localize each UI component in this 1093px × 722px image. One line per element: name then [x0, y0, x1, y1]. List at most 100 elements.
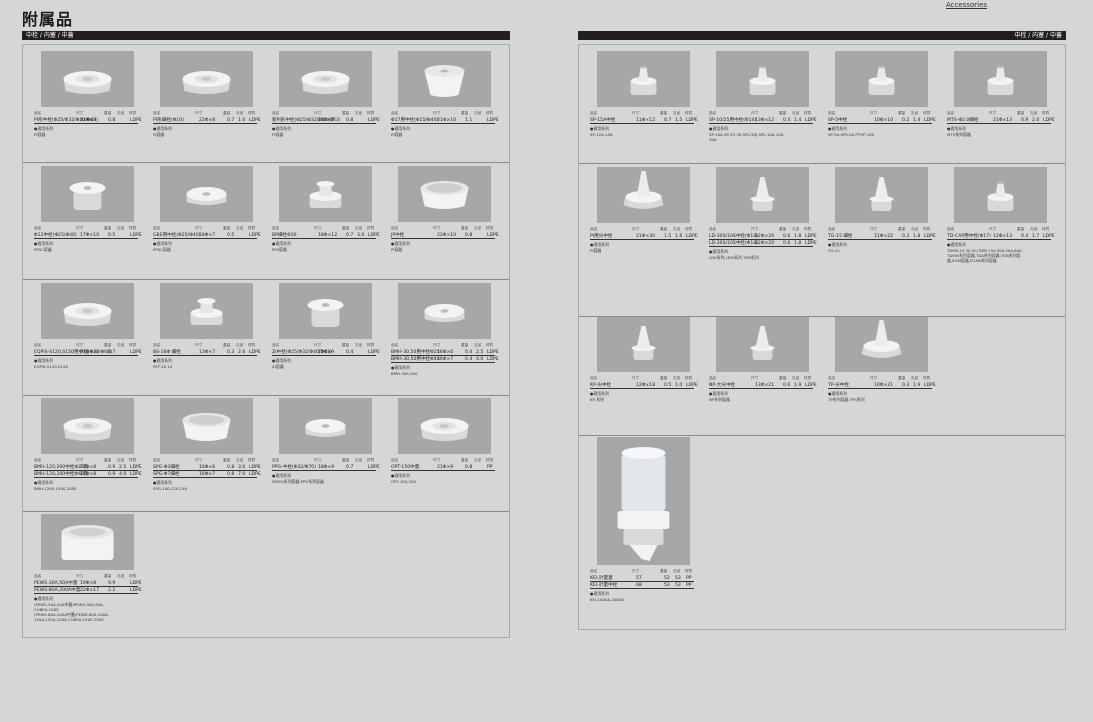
product-name: PEWS-80A,200A中蓋	[34, 588, 81, 593]
product-size: 12Φ×20	[755, 234, 775, 239]
column-label-weight: 重量	[779, 111, 787, 115]
series-value: ZI容器	[272, 364, 284, 369]
product-image	[186, 187, 227, 205]
product-name: OPT-150中蓋	[391, 465, 420, 470]
series-value: MTS系列容器	[947, 132, 971, 137]
spec-row: BMH-120,200中栓Φ25孔 21Φ×8 0.9 2.5 LDPE	[34, 464, 142, 471]
series-value: LDII系列,LDIII系列,TDP系列	[709, 255, 759, 260]
product-weight: 0.4	[1021, 234, 1029, 239]
column-label-weight: 重量	[223, 458, 231, 462]
column-label-count: 孔径	[117, 574, 125, 578]
column-label-size: 尺寸	[195, 458, 203, 462]
column-label-weight: 重量	[104, 343, 112, 347]
product-material: LDPE	[368, 350, 380, 355]
column-label-weight: 重量	[660, 569, 668, 573]
column-label-count: 孔径	[355, 343, 363, 347]
product-material: LDPE	[130, 465, 142, 470]
product-photo	[716, 51, 809, 107]
product-weight: 0.7	[227, 118, 235, 123]
column-label-material: 材質	[923, 376, 931, 380]
product-weight: 0.4	[465, 357, 473, 362]
column-label-size: 尺寸	[76, 458, 84, 462]
column-label-name: 品名	[153, 111, 161, 115]
product-hole: 2.5	[119, 465, 127, 470]
product-size: 21Φ×8	[80, 118, 97, 123]
product-photo	[597, 437, 690, 565]
column-label-size: 尺寸	[314, 458, 322, 462]
column-label-weight: 重量	[898, 111, 906, 115]
column-label-size: 尺寸	[76, 574, 84, 578]
product-name: BMH-30,50用中栓Φ25	[391, 350, 440, 355]
product-weight: 0.3	[227, 350, 235, 355]
product-photo	[835, 167, 928, 223]
product-hole: 7.0	[238, 472, 246, 477]
column-label-material: 材質	[129, 226, 137, 230]
product-size: 12Φ×20	[755, 241, 775, 246]
spec-row: LD-30S/10S中栓(Φ18) 12Φ×20 0.6 1.8 LDPE	[709, 233, 817, 240]
product-hole: 1.4	[794, 118, 802, 123]
product-material: LDPE	[805, 118, 817, 123]
column-label-material: 材質	[804, 111, 812, 115]
product-material: LDPE	[805, 241, 817, 246]
product-photo	[716, 167, 809, 223]
column-label-count: 孔径	[673, 111, 681, 115]
product-size: 16Φ×6	[199, 465, 216, 470]
row-divider	[23, 511, 509, 512]
series-value: OPT-150,200	[391, 479, 416, 484]
product-material: LDPE	[130, 118, 142, 123]
column-label-material: 材質	[367, 458, 375, 462]
product-name: SPG-Φ7細栓	[153, 472, 180, 477]
product-material: LDPE	[686, 118, 698, 123]
product-name: TG-15 細栓	[828, 234, 853, 239]
product-size: 21Φ×7	[318, 118, 335, 123]
series-value: NP系列容器	[709, 397, 730, 402]
series-label: ●適用系列	[153, 358, 172, 363]
product-size: 11Φ×12	[636, 118, 656, 123]
column-label-weight: 重量	[104, 226, 112, 230]
product-hole: 3.0	[357, 233, 365, 238]
product-weight: 0.8	[465, 233, 473, 238]
spec-row: 新PI形中栓(Φ25/Φ32/Φ40/Φ63) 21Φ×7 0.8 LDPE	[272, 117, 380, 124]
column-label-size: 尺寸	[989, 111, 997, 115]
product-material: LDPE	[368, 465, 380, 470]
column-label-name: 品名	[709, 111, 717, 115]
column-label-size: 尺寸	[751, 111, 759, 115]
column-label-name: 品名	[947, 227, 955, 231]
column-label-size: 尺寸	[632, 376, 640, 380]
product-photo	[160, 51, 253, 107]
row-divider	[579, 163, 1065, 164]
product-image	[301, 71, 350, 94]
product-size: 10Φ×10	[874, 118, 894, 123]
product-photo	[279, 283, 372, 339]
column-label-weight: 重量	[223, 226, 231, 230]
column-label-weight: 重量	[104, 111, 112, 115]
row-divider	[23, 162, 509, 163]
column-label-name: 品名	[828, 376, 836, 380]
accessories-link[interactable]: Accessories	[946, 1, 987, 9]
product-size: 16Φ×6	[437, 350, 454, 355]
column-label-material: 材質	[1042, 111, 1050, 115]
series-label: ●適用系列	[153, 480, 172, 485]
series-label: ●適用系列	[272, 473, 291, 478]
column-label-name: 品名	[590, 569, 598, 573]
column-label-name: 品名	[391, 458, 399, 462]
product-weight: 0.7	[108, 350, 116, 355]
column-label-material: 材質	[248, 111, 256, 115]
product-weight: 0.6	[783, 383, 791, 388]
spec-row: PI用尖中栓 21Φ×30 1.5 1.6 LDPE	[590, 233, 698, 240]
column-label-size: 尺寸	[433, 458, 441, 462]
spec-row: BMH-30,50用中栓Φ25 16Φ×6 0.4 2.5 LDPE	[391, 349, 499, 356]
product-name: TP-尖中栓	[828, 383, 849, 388]
series-label: ●適用系列	[828, 126, 847, 131]
series-value: SP-5A,SPII-5A,PTHP-10S	[828, 132, 875, 137]
spec-row: ZI中栓(Φ25/Φ32/Φ40/Φ63) 15Φ×9 0.4 LDPE	[272, 349, 380, 356]
product-image	[63, 418, 112, 441]
product-photo	[160, 283, 253, 339]
product-material: LDPE	[249, 233, 261, 238]
product-name: KEI-計量蓋	[590, 576, 613, 581]
product-weight: 1.1	[465, 118, 473, 123]
series-label: ●適用系列	[34, 596, 53, 601]
spec-row: GBE用中栓(Φ25/Φ40) 18Φ×7 0.5 LDPE	[153, 232, 261, 239]
spec-row: SP-5中栓 10Φ×10 0.2 1.4 LDPE	[828, 117, 936, 124]
product-hole: 53	[675, 576, 681, 581]
